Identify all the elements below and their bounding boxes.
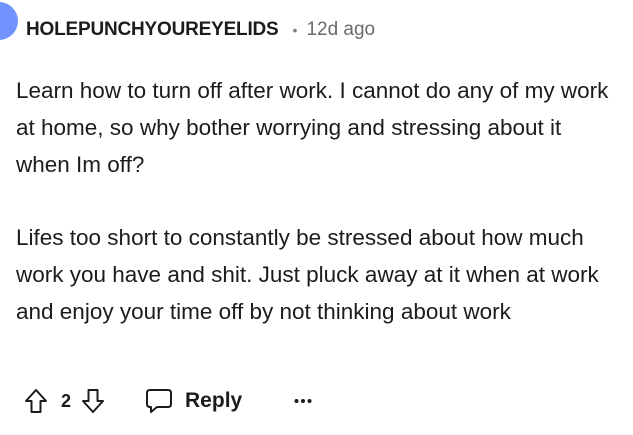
comment-paragraph: Lifes too short to constantly be stresse… xyxy=(16,225,599,324)
meta-separator: • xyxy=(292,22,298,38)
vote-count: 2 xyxy=(61,390,72,411)
ellipsis-icon xyxy=(294,398,312,404)
avatar[interactable] xyxy=(0,2,18,40)
comment-actions: 2 Reply xyxy=(24,383,312,419)
comment: HOLEPUNCHYOUREYELIDS • 12d ago Learn how… xyxy=(0,0,633,435)
comment-body: Learn how to turn off after work. I cann… xyxy=(16,72,621,330)
reply-button[interactable]: Reply xyxy=(145,388,242,414)
comment-paragraph: Learn how to turn off after work. I cann… xyxy=(16,78,609,177)
username[interactable]: HOLEPUNCHYOUREYELIDS xyxy=(26,19,279,41)
more-options-button[interactable] xyxy=(294,398,312,404)
timestamp[interactable]: 12d ago xyxy=(306,19,375,41)
downvote-icon[interactable] xyxy=(81,388,105,414)
reply-label: Reply xyxy=(185,389,243,412)
upvote-icon[interactable] xyxy=(24,388,48,414)
speech-bubble-icon xyxy=(145,388,173,414)
comment-meta: HOLEPUNCHYOUREYELIDS • 12d ago xyxy=(26,16,375,44)
